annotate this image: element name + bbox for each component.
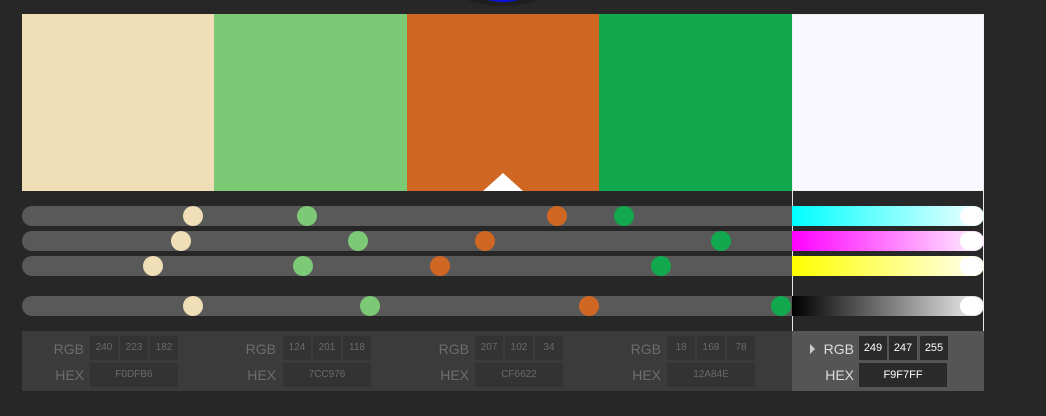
rgb-r-field[interactable]: 240	[90, 336, 118, 360]
hex-label: HEX	[440, 367, 469, 383]
magenta-dot-color-1[interactable]	[170, 231, 191, 251]
cyan-dot-color-4[interactable]	[614, 206, 635, 226]
rgb-b-field[interactable]: 182	[150, 336, 178, 360]
rgb-label: RGB	[438, 341, 469, 357]
key-dot-color-4[interactable]	[771, 296, 792, 316]
key-dot-color-2[interactable]	[360, 296, 381, 316]
color-info-3: RGB 207 102 34 HEX CF6622	[407, 331, 599, 391]
key-dot-color-1[interactable]	[182, 296, 203, 316]
cyan-dot-color-1[interactable]	[182, 206, 203, 226]
rgb-g-field[interactable]: 168	[697, 336, 725, 360]
rgb-label: RGB	[53, 341, 84, 357]
key-slider-track[interactable]	[22, 296, 792, 316]
selected-swatch-caret-icon	[482, 173, 523, 191]
swatch-color-4[interactable]	[599, 14, 792, 191]
magenta-active-handle[interactable]	[960, 232, 982, 250]
color-info-5: RGB 249 247 255 HEX F9F7FF	[792, 331, 984, 391]
rgb-label: RGB	[630, 341, 661, 357]
key-active-handle[interactable]	[960, 297, 982, 315]
magenta-dot-color-4[interactable]	[711, 231, 732, 251]
hex-field[interactable]: 12A84E	[667, 363, 755, 387]
magenta-gradient[interactable]	[792, 231, 984, 251]
magenta-dot-color-3[interactable]	[474, 231, 495, 251]
rgb-b-field[interactable]: 118	[343, 336, 371, 360]
hex-field[interactable]: F0DFB6	[90, 363, 178, 387]
cyan-active-handle[interactable]	[960, 207, 982, 225]
hex-field[interactable]: 7CC976	[283, 363, 371, 387]
color-values-row: RGB 240 223 182 HEX F0DFB6 RGB 124 201 1…	[22, 331, 984, 391]
magenta-slider-track[interactable]	[22, 231, 792, 251]
hex-label: HEX	[55, 367, 84, 383]
color-info-1: RGB 240 223 182 HEX F0DFB6	[22, 331, 214, 391]
key-dot-color-3[interactable]	[579, 296, 600, 316]
rgb-label: RGB	[823, 341, 854, 357]
swatch-color-1[interactable]	[22, 14, 215, 191]
color-swatches	[22, 14, 984, 191]
rgb-r-field[interactable]: 207	[475, 336, 503, 360]
swatch-color-2[interactable]	[214, 14, 407, 191]
cyan-gradient[interactable]	[792, 206, 984, 226]
rgb-r-field[interactable]: 249	[859, 336, 887, 360]
hex-field[interactable]: CF6622	[475, 363, 563, 387]
color-info-2: RGB 124 201 118 HEX 7CC976	[214, 331, 406, 391]
rgb-r-field[interactable]: 124	[283, 336, 311, 360]
yellow-slider-track[interactable]	[22, 256, 792, 276]
key-gradient[interactable]	[792, 296, 984, 316]
cyan-dot-color-3[interactable]	[547, 206, 568, 226]
rgb-b-field[interactable]: 255	[920, 336, 948, 360]
cmyk-slider-panel: RGB 240 223 182 HEX F0DFB6 RGB 124 201 1…	[22, 191, 984, 391]
magenta-dot-color-2[interactable]	[347, 231, 368, 251]
yellow-gradient[interactable]	[792, 256, 984, 276]
rgb-b-field[interactable]: 34	[535, 336, 563, 360]
hex-label: HEX	[632, 367, 661, 383]
hex-label: HEX	[825, 367, 854, 383]
cyan-slider-track[interactable]	[22, 206, 792, 226]
rgb-r-field[interactable]: 18	[667, 336, 695, 360]
rgb-g-field[interactable]: 247	[889, 336, 917, 360]
rgb-g-field[interactable]: 223	[120, 336, 148, 360]
yellow-dot-color-3[interactable]	[430, 256, 451, 276]
color-info-4: RGB 18 168 78 HEX 12A84E	[599, 331, 791, 391]
yellow-dot-color-2[interactable]	[293, 256, 314, 276]
swatch-color-3[interactable]	[406, 14, 600, 191]
rgb-b-field[interactable]: 78	[727, 336, 755, 360]
rgb-label: RGB	[245, 341, 276, 357]
cyan-dot-color-2[interactable]	[296, 206, 317, 226]
rgb-g-field[interactable]: 102	[505, 336, 533, 360]
rgb-g-field[interactable]: 201	[313, 336, 341, 360]
yellow-dot-color-4[interactable]	[651, 256, 672, 276]
swatch-color-5[interactable]	[791, 14, 984, 191]
hex-label: HEX	[247, 367, 276, 383]
yellow-dot-color-1[interactable]	[142, 256, 163, 276]
hex-field[interactable]: F9F7FF	[859, 363, 947, 387]
yellow-active-handle[interactable]	[960, 257, 982, 275]
hue-wheel-knob[interactable]	[453, 0, 553, 6]
